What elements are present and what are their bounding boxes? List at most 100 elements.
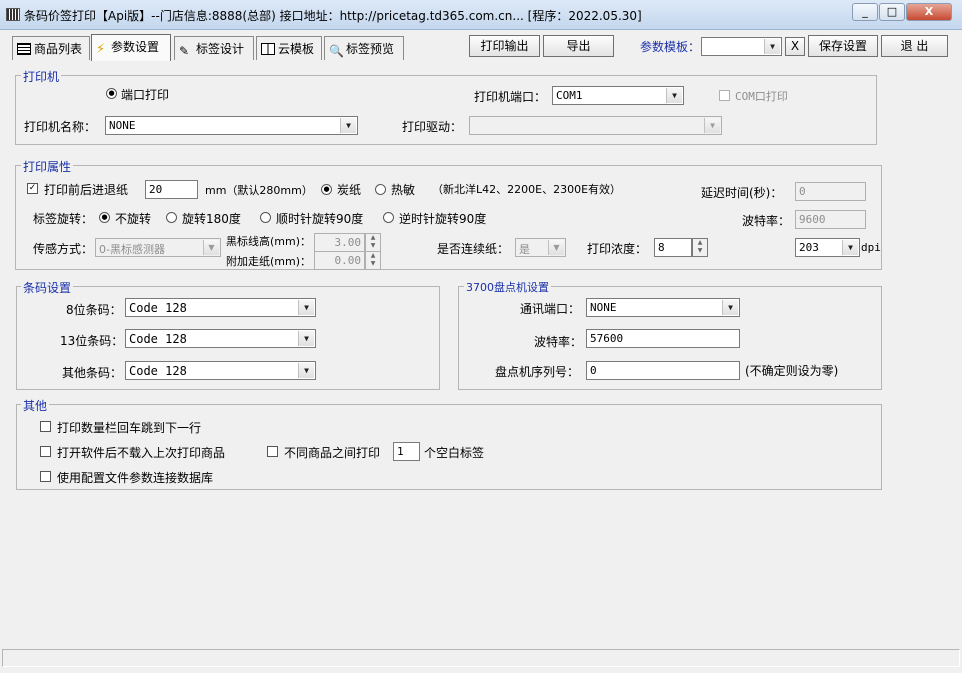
inventory-baud-input[interactable]: 57600 <box>586 329 740 348</box>
rotate-none-label: 不旋转 <box>115 212 152 226</box>
print-density-input[interactable]: 8 <box>654 238 692 257</box>
spin-up-icon: ▲ <box>370 252 376 259</box>
barcode13-label: 13位条码： <box>60 334 124 348</box>
template-label: 参数模板： <box>640 40 701 54</box>
tab-parameter-settings[interactable]: ⚡ 参数设置 <box>91 34 171 61</box>
other-barcode-select[interactable]: Code 128 ▼ <box>125 361 316 380</box>
print-density-spinner[interactable]: ▲ ▼ <box>692 238 708 257</box>
com-print-checkbox[interactable] <box>719 90 730 101</box>
extra-feed-input[interactable]: 0.00 <box>314 251 365 270</box>
other-settings-title: 其他 <box>21 397 50 414</box>
chevron-down-icon: ▼ <box>548 240 564 255</box>
device-serial-input[interactable]: 0 <box>586 361 740 380</box>
rotate-180-label: 旋转180度 <box>182 212 241 226</box>
baud-rate-input[interactable]: 9600 <box>795 210 866 229</box>
sensor-select[interactable]: 0-黑标感测器 ▼ <box>95 238 221 257</box>
print-density-label: 打印浓度： <box>587 242 648 256</box>
close-button[interactable]: X <box>906 3 952 21</box>
dpi-unit: dpi <box>861 241 881 254</box>
thermal-label: 热敏 <box>391 183 416 197</box>
feed-paper-label: 打印前后进退纸 <box>44 183 129 197</box>
minimize-button[interactable]: _ <box>852 3 878 21</box>
save-settings-button[interactable]: 保存设置 <box>808 35 878 57</box>
delay-input[interactable]: 0 <box>795 182 866 201</box>
continuous-paper-label: 是否连续纸： <box>437 242 510 256</box>
book-icon <box>261 43 275 55</box>
chevron-down-icon: ▼ <box>340 118 356 133</box>
chevron-down-icon: ▼ <box>764 39 780 54</box>
window-title: 条码价签打印【Api版】--门店信息:8888(总部) 接口地址：http://… <box>24 9 642 23</box>
blank-labels-label: 不同商品之间打印 <box>284 446 381 460</box>
barcode8-select[interactable]: Code 128 ▼ <box>125 298 316 317</box>
spin-down-icon: ▼ <box>370 242 376 249</box>
black-mark-spinner[interactable]: ▲ ▼ <box>365 233 381 252</box>
feed-paper-input[interactable]: 20 <box>145 180 198 199</box>
enter-next-row-label: 打印数量栏回车跳到下一行 <box>57 421 202 435</box>
dpi-select[interactable]: 203 ▼ <box>795 238 860 257</box>
baud-rate-label: 波特率： <box>742 214 791 228</box>
rotate-none-radio[interactable]: ● <box>99 212 110 223</box>
port-print-label: 端口打印 <box>121 88 170 102</box>
blank-labels-input[interactable]: 1 <box>393 442 420 461</box>
printer-name-select[interactable]: NONE ▼ <box>105 116 358 135</box>
spin-up-icon: ▲ <box>697 239 703 246</box>
rotate-label: 标签旋转： <box>33 212 94 226</box>
sensor-label: 传感方式： <box>33 242 94 256</box>
clear-template-button[interactable]: X <box>785 37 805 56</box>
tab-label-design[interactable]: ✎ 标签设计 <box>174 36 254 60</box>
spin-down-icon: ▼ <box>370 260 376 267</box>
maximize-button[interactable]: □ <box>879 3 905 21</box>
port-print-radio[interactable]: ● <box>106 88 117 99</box>
tab-cloud-template[interactable]: 云模板 <box>256 36 322 60</box>
title-bar: 条码价签打印【Api版】--门店信息:8888(总部) 接口地址：http://… <box>0 0 962 30</box>
barcode-settings-title: 条码设置 <box>21 279 74 296</box>
rotate-ccw-radio[interactable] <box>383 212 394 223</box>
grid-icon <box>17 43 31 55</box>
tab-label-preview[interactable]: 🔍 标签预览 <box>324 36 404 60</box>
export-button[interactable]: 导出 <box>543 35 614 57</box>
tab-product-list[interactable]: 商品列表 <box>12 36 90 60</box>
spin-down-icon: ▼ <box>697 247 703 254</box>
printer-model-note: （新北洋L42、2200E、2300E有效） <box>432 183 622 196</box>
chevron-down-icon: ▼ <box>722 300 738 315</box>
printer-driver-label: 打印驱动： <box>402 120 463 134</box>
black-mark-label: 黑标线高(mm)： <box>226 235 312 248</box>
other-barcode-label: 其他条码： <box>62 366 123 380</box>
no-load-last-checkbox[interactable] <box>40 446 51 457</box>
rotate-cw-radio[interactable] <box>260 212 271 223</box>
extra-feed-label: 附加走纸(mm)： <box>226 255 312 268</box>
blank-labels-checkbox[interactable] <box>267 446 278 457</box>
no-load-last-label: 打开软件后不载入上次打印商品 <box>57 446 226 460</box>
printer-port-select[interactable]: COM1 ▼ <box>552 86 684 105</box>
config-db-label: 使用配置文件参数连接数据库 <box>57 471 214 485</box>
rotate-180-radio[interactable] <box>166 212 177 223</box>
black-mark-input[interactable]: 3.00 <box>314 233 365 252</box>
enter-next-row-checkbox[interactable] <box>40 421 51 432</box>
extra-feed-spinner[interactable]: ▲ ▼ <box>365 251 381 270</box>
printer-name-label: 打印机名称： <box>24 120 97 134</box>
inventory-device-title: 3700盘点机设置 <box>464 279 551 295</box>
barcode13-select[interactable]: Code 128 ▼ <box>125 329 316 348</box>
printer-port-label: 打印机端口： <box>474 90 547 104</box>
lightning-icon: ⚡ <box>96 42 106 57</box>
print-output-button[interactable]: 打印输出 <box>469 35 540 57</box>
config-db-checkbox[interactable] <box>40 471 51 482</box>
barcode8-label: 8位条码： <box>66 303 122 317</box>
chevron-down-icon: ▼ <box>298 331 314 346</box>
comm-port-select[interactable]: NONE ▼ <box>586 298 740 317</box>
printer-driver-select[interactable]: ▼ <box>469 116 722 135</box>
chevron-down-icon: ▼ <box>842 240 858 255</box>
pencil-icon: ✎ <box>179 44 190 58</box>
carbon-paper-label: 炭纸 <box>337 183 362 197</box>
device-serial-label: 盘点机序列号： <box>495 365 580 379</box>
carbon-paper-radio[interactable]: ● <box>321 184 332 195</box>
feed-paper-checkbox[interactable]: ✓ <box>27 183 38 194</box>
status-bar <box>2 649 960 667</box>
thermal-radio[interactable] <box>375 184 386 195</box>
continuous-paper-select[interactable]: 是 ▼ <box>515 238 566 257</box>
template-select[interactable]: ▼ <box>701 37 782 56</box>
rotate-cw-label: 顺时针旋转90度 <box>276 212 364 226</box>
blank-labels-suffix: 个空白标签 <box>424 446 485 460</box>
chevron-down-icon: ▼ <box>298 363 314 378</box>
exit-button[interactable]: 退 出 <box>881 35 948 57</box>
